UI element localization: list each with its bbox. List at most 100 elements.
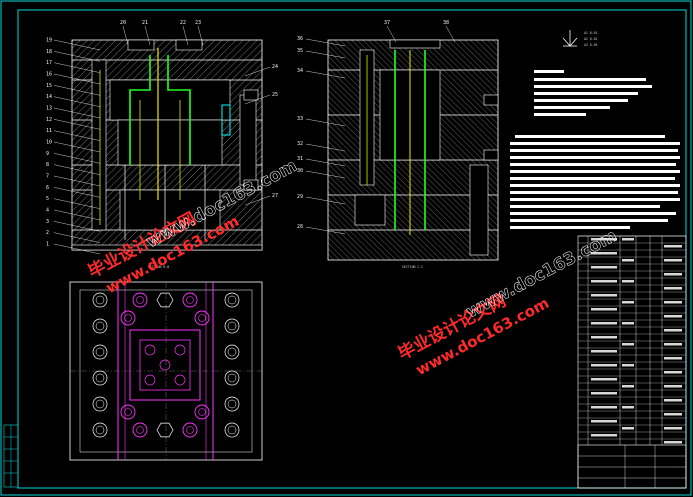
bolt-hole-inner bbox=[227, 425, 237, 435]
magenta-hole-inner bbox=[198, 408, 206, 416]
callout-label: 27 bbox=[272, 193, 278, 199]
cad-drawing: SECTION B-B 1918171615141312111098765432… bbox=[0, 0, 692, 496]
parts-row-text bbox=[664, 371, 682, 374]
callout-label: 38 bbox=[443, 20, 449, 26]
bolt-hole-inner bbox=[95, 373, 105, 383]
bolt-hole-inner bbox=[95, 425, 105, 435]
parts-row-text bbox=[664, 287, 682, 290]
callout-label: 22 bbox=[180, 20, 186, 26]
cavity-hole bbox=[144, 374, 156, 386]
parts-row-text bbox=[591, 406, 617, 409]
callout-label: 17 bbox=[46, 60, 52, 66]
roughness-symbol: A1 0.01 A2 0.02 A3 0.05 bbox=[562, 30, 598, 47]
parts-list bbox=[577, 235, 687, 489]
callout-label: 31 bbox=[297, 156, 303, 162]
magenta-hole bbox=[194, 404, 210, 420]
parts-row-text bbox=[664, 343, 682, 346]
bolt-hole bbox=[224, 396, 240, 412]
callout-label: 34 bbox=[297, 68, 303, 74]
cavity-hole bbox=[174, 344, 186, 356]
technical-notes-2 bbox=[510, 135, 680, 229]
magenta-hole bbox=[132, 292, 148, 308]
magenta-hole bbox=[120, 404, 136, 420]
parts-row-text bbox=[591, 350, 617, 353]
bolt-hole bbox=[224, 344, 240, 360]
callout-label: 15 bbox=[46, 83, 52, 89]
bolt-hole-inner bbox=[227, 321, 237, 331]
callout-label: 11 bbox=[46, 128, 52, 134]
parts-row-text bbox=[664, 259, 682, 262]
parts-row-text bbox=[664, 413, 682, 416]
callout-label: 8 bbox=[46, 162, 49, 168]
magenta-hole-inner bbox=[186, 426, 194, 434]
bolt-hole bbox=[224, 318, 240, 334]
callout-label: 16 bbox=[46, 72, 52, 78]
parts-row-text bbox=[622, 322, 634, 325]
callout-label: 12 bbox=[46, 117, 52, 123]
bolt-hole-inner bbox=[95, 399, 105, 409]
callout-label: 13 bbox=[46, 106, 52, 112]
bolt-hole-inner bbox=[227, 399, 237, 409]
callout-label: 4 bbox=[46, 208, 49, 214]
magenta-hole-inner bbox=[124, 314, 132, 322]
bolt-hole bbox=[92, 422, 108, 438]
title-block bbox=[577, 444, 687, 489]
bolt-hole-inner bbox=[95, 321, 105, 331]
parts-row-text bbox=[591, 420, 617, 423]
parts-row-text bbox=[591, 322, 617, 325]
plan-view bbox=[69, 281, 263, 461]
section-label-middle: SECTION C-C bbox=[402, 265, 423, 269]
callout-label: 37 bbox=[384, 20, 390, 26]
side-strip bbox=[3, 424, 19, 488]
parts-row-text bbox=[664, 245, 682, 248]
callout-label: 18 bbox=[46, 49, 52, 55]
parts-row-text bbox=[664, 427, 682, 430]
parts-row-text bbox=[622, 364, 634, 367]
bolt-hole bbox=[92, 292, 108, 308]
parts-row-text bbox=[591, 392, 617, 395]
cavity-hole bbox=[174, 374, 186, 386]
magenta-hole-inner bbox=[136, 426, 144, 434]
parts-row-text bbox=[622, 280, 634, 283]
bolt-hole bbox=[224, 370, 240, 386]
bolt-hole-inner bbox=[95, 347, 105, 357]
callout-label: 5 bbox=[46, 196, 49, 202]
bolt-hole bbox=[92, 396, 108, 412]
parts-row-text bbox=[664, 357, 682, 360]
magenta-hole-inner bbox=[124, 408, 132, 416]
parts-row-text bbox=[622, 259, 634, 262]
parts-row-text bbox=[591, 336, 617, 339]
parts-row-text bbox=[591, 378, 617, 381]
bolt-hole-inner bbox=[227, 347, 237, 357]
callout-label: 7 bbox=[46, 174, 49, 180]
technical-notes-1 bbox=[534, 70, 652, 116]
bolt-hole bbox=[92, 370, 108, 386]
parts-row-text bbox=[591, 434, 617, 437]
callout-label: 36 bbox=[297, 36, 303, 42]
magenta-hole-inner bbox=[186, 296, 194, 304]
symbol-note-2: A2 0.02 bbox=[584, 37, 598, 41]
callout-label: 19 bbox=[46, 38, 52, 44]
bolt-hole bbox=[224, 292, 240, 308]
parts-row-text bbox=[591, 364, 617, 367]
parts-row-text bbox=[622, 301, 634, 304]
hex-nut bbox=[156, 292, 174, 308]
callout-label: 6 bbox=[46, 185, 49, 191]
parts-row-text bbox=[622, 343, 634, 346]
parts-row-text bbox=[591, 308, 617, 311]
callout-label: 25 bbox=[272, 92, 278, 98]
parts-row-text bbox=[622, 406, 634, 409]
callout-label: 10 bbox=[46, 140, 52, 146]
callout-label: 1 bbox=[46, 242, 49, 248]
parts-row-text bbox=[622, 427, 634, 430]
bolt-hole bbox=[92, 318, 108, 334]
magenta-hole-inner bbox=[198, 314, 206, 322]
magenta-hole bbox=[182, 422, 198, 438]
callout-label: 3 bbox=[46, 219, 49, 225]
parts-row-text bbox=[664, 385, 682, 388]
parts-row-text bbox=[664, 399, 682, 402]
callout-label: 33 bbox=[297, 116, 303, 122]
callout-label: 28 bbox=[297, 224, 303, 230]
callout-label: 32 bbox=[297, 141, 303, 147]
magenta-hole-inner bbox=[136, 296, 144, 304]
